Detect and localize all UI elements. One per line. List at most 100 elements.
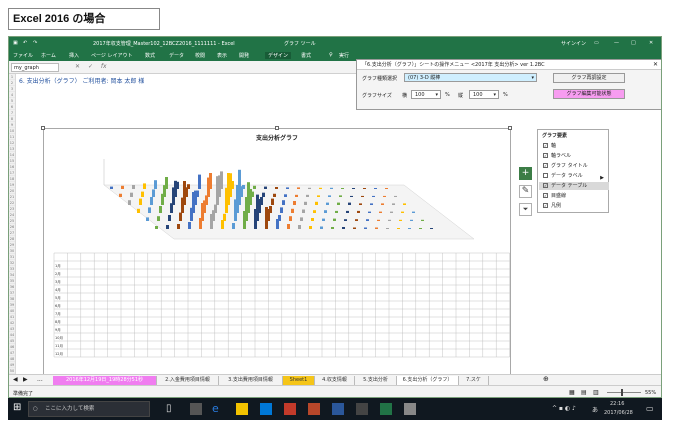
resize-handle-t[interactable] xyxy=(275,126,279,130)
windows-taskbar: ⊞ ○ ここに入力して検索 ▯ e ^ ▪ ◐ ♪ あ 22:16 2017/0… xyxy=(8,398,662,420)
submenu-arrow-icon[interactable]: ▶ xyxy=(600,175,604,181)
pin-app-icon[interactable] xyxy=(284,403,296,415)
reset-chart-button[interactable]: グラフ再調設定 xyxy=(553,73,625,83)
tab-home[interactable]: ホーム xyxy=(41,52,56,59)
tab-format[interactable]: 書式 xyxy=(301,52,311,59)
excel-taskbar-icon[interactable] xyxy=(380,403,392,415)
sheet-tab[interactable]: 4.収支情報 xyxy=(315,376,355,385)
sheet-tab[interactable]: 7.スケ xyxy=(459,376,489,385)
edge-icon[interactable]: e xyxy=(212,403,224,415)
store-icon[interactable] xyxy=(260,403,272,415)
chart-element-item[interactable]: ✓ 凡例 xyxy=(543,202,561,210)
redo-icon[interactable]: ↷ xyxy=(33,40,37,46)
checkbox-icon[interactable]: ✓ xyxy=(543,143,548,148)
tab-view[interactable]: 表示 xyxy=(217,52,227,59)
taskbar-search-input[interactable]: ○ ここに入力して検索 xyxy=(28,401,150,417)
zoom-slider[interactable] xyxy=(607,392,641,393)
sheet-tab[interactable]: 2016年12月19日_19時28分51秒 xyxy=(53,376,157,385)
chart-styles-button[interactable]: ✎ xyxy=(519,185,532,198)
tab-insert[interactable]: 挿入 xyxy=(69,52,79,59)
tab-developer[interactable]: 開発 xyxy=(239,52,249,59)
chart-element-item[interactable]: ✓ データ テーブル xyxy=(539,182,609,190)
tab-data[interactable]: データ xyxy=(169,52,184,59)
powerpoint-icon[interactable] xyxy=(308,403,320,415)
height-select[interactable]: 100 ▾ xyxy=(469,90,499,99)
outlook-icon[interactable] xyxy=(332,403,344,415)
dialog-close-icon[interactable]: ✕ xyxy=(653,61,658,68)
zoom-level[interactable]: 55% xyxy=(645,390,656,396)
fx-icon[interactable]: fx xyxy=(101,63,107,70)
normal-view-icon[interactable]: ▦ xyxy=(569,389,575,396)
zoom-thumb[interactable] xyxy=(621,389,623,396)
chart-filters-button[interactable]: ⏷ xyxy=(519,203,532,216)
tab-scroll-right-icon[interactable]: ▶ xyxy=(23,376,28,383)
chart-element-item[interactable]: ✓ 軸ラベル xyxy=(543,152,571,160)
clock-time[interactable]: 22:16 xyxy=(610,401,624,407)
misc-app-icon[interactable] xyxy=(404,403,416,415)
tab-design[interactable]: デザイン xyxy=(265,52,292,59)
cancel-icon[interactable]: ✕ xyxy=(75,63,80,70)
tray-icons[interactable]: ^ ▪ ◐ ♪ xyxy=(552,405,576,412)
width-value: 100 xyxy=(415,92,425,98)
chart-bar xyxy=(265,207,268,229)
chart-bar xyxy=(331,227,334,229)
new-sheet-icon[interactable]: ⊕ xyxy=(543,375,549,383)
width-select[interactable]: 100 ▾ xyxy=(411,90,441,99)
chart-elements-button[interactable]: + xyxy=(519,167,532,180)
chart-element-item[interactable]: ✓ 目盛線 xyxy=(543,192,566,200)
tell-me-input[interactable]: 実行 xyxy=(339,52,349,59)
explorer-icon[interactable] xyxy=(236,403,248,415)
checkbox-icon[interactable]: ✓ xyxy=(543,203,548,208)
tab-file[interactable]: ファイル xyxy=(13,52,33,59)
checkbox-icon[interactable]: ✓ xyxy=(543,163,548,168)
chart-elements-panel: グラフ要素 ✓ 軸 ✓ 軸ラベル ✓ グラフ タイトル データ ラベル ✓ データ テーブル ✓ 目… xyxy=(537,129,609,213)
enter-icon[interactable]: ✓ xyxy=(88,63,93,70)
maximize-icon[interactable]: □ xyxy=(631,40,636,46)
chart-bar xyxy=(302,209,305,213)
notification-icon[interactable]: ▭ xyxy=(646,404,654,413)
sheet-tab[interactable]: 2.入金費用項目情報 xyxy=(157,376,219,385)
undo-icon[interactable]: ↶ xyxy=(23,40,27,46)
checkbox-icon[interactable]: ✓ xyxy=(543,183,548,188)
sheet-tab[interactable]: 5.支出分析 xyxy=(355,376,397,385)
chart-elements-header: グラフ要素 xyxy=(542,133,568,139)
tab-review[interactable]: 校閲 xyxy=(195,52,205,59)
chart-element-label: 軸ラベル xyxy=(551,153,572,159)
worksheet-grid[interactable]: 1 2 3 4 5 6 7 8 9 10 11 12 13 14 15 16 17 18 19 20 21 22 23 24 2… xyxy=(9,74,661,397)
minimize-icon[interactable]: — xyxy=(614,40,619,46)
page-layout-icon[interactable]: ▤ xyxy=(581,389,587,396)
tab-formulas[interactable]: 数式 xyxy=(145,52,155,59)
tab-scroll-left-icon[interactable]: ◀ xyxy=(13,376,18,383)
close-icon[interactable]: ✕ xyxy=(649,40,653,46)
tab-pagelayout[interactable]: ページ レイアウト xyxy=(91,52,133,59)
resize-handle-tr[interactable] xyxy=(508,126,512,130)
mic-icon[interactable]: ▯ xyxy=(166,403,178,415)
name-box[interactable]: my_graph xyxy=(11,63,59,72)
clock-date[interactable]: 2017/06/28 xyxy=(604,410,633,416)
ribbon-display-icon[interactable]: ▭ xyxy=(594,40,599,46)
save-icon[interactable]: ▣ xyxy=(13,40,18,46)
chart-element-item[interactable]: ✓ グラフ タイトル xyxy=(543,162,588,170)
checkbox-icon[interactable] xyxy=(543,173,548,178)
signin-link[interactable]: サインイン xyxy=(561,40,586,47)
expense-chart[interactable]: 支出分析グラフ 1月2月3月4月5月6月7月8月9月10月11月12月 費目別明… xyxy=(43,128,511,396)
ime-indicator[interactable]: あ xyxy=(592,405,598,414)
chart-bar xyxy=(324,210,327,213)
sheet-tab[interactable]: 3.支出費用項目情報 xyxy=(219,376,283,385)
chart-element-item[interactable]: ✓ 軸 xyxy=(543,142,556,150)
tab-ellipsis[interactable]: ... xyxy=(37,376,43,383)
chart-element-item[interactable]: データ ラベル xyxy=(543,172,583,180)
checkbox-icon[interactable]: ✓ xyxy=(543,193,548,198)
task-view-icon[interactable] xyxy=(190,403,202,415)
sheet-tab[interactable]: 6.支出分析（グラフ） xyxy=(397,376,459,385)
app-icon[interactable] xyxy=(356,403,368,415)
resize-handle-tl[interactable] xyxy=(41,126,45,130)
sheet-tab[interactable]: Sheet1 xyxy=(283,376,315,385)
windows-start-icon[interactable]: ⊞ xyxy=(13,402,21,413)
checkbox-icon[interactable]: ✓ xyxy=(543,153,548,158)
page-break-icon[interactable]: ▥ xyxy=(593,389,599,396)
edit-chart-button[interactable]: グラフ編集可能状態 xyxy=(553,89,625,99)
sheet-tab-bar: ◀ ▶ ... 2016年12月19日_19時28分51秒 2.入金費用項目情報 3… xyxy=(9,374,661,385)
sheet-title-cell[interactable]: 6. 支出分析（グラフ） ご利用者: 岡本 太郎 様 xyxy=(19,76,144,85)
chart-type-select[interactable]: (07) 3-D 縦棒 ▾ xyxy=(404,73,537,82)
